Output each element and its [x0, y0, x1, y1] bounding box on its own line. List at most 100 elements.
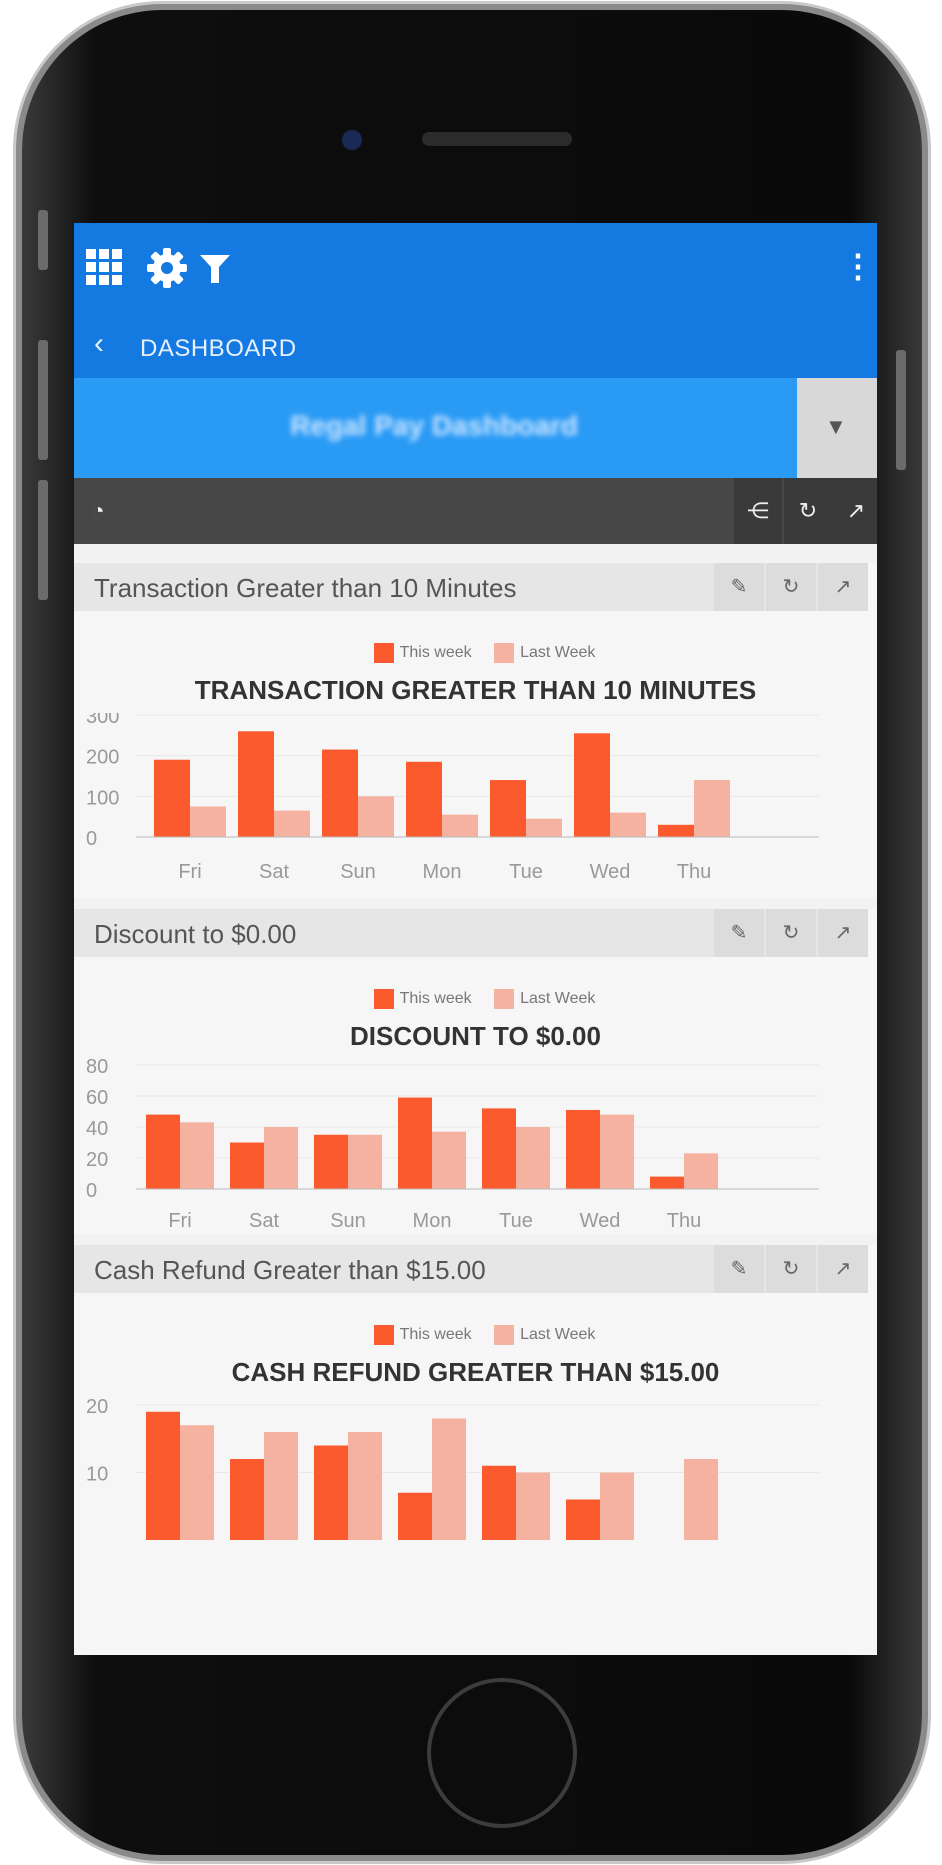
- widget-panel-3: Cash Refund Greater than $15.00 ✎ ↻ ↗ Th…: [74, 1245, 877, 1655]
- refresh-icon[interactable]: ↻: [766, 909, 816, 957]
- bar-last-week: [526, 818, 562, 837]
- legend-this-week: This week: [399, 1326, 472, 1344]
- breadcrumb-label[interactable]: DASHBOARD: [140, 335, 297, 363]
- chart-legend: This week Last Week: [74, 1325, 877, 1345]
- bar-this-week: [314, 1445, 348, 1540]
- bar-last-week: [516, 1472, 550, 1540]
- x-tick-label: Sun: [330, 1210, 366, 1232]
- bar-last-week: [432, 1418, 466, 1540]
- y-tick-label: 20: [86, 1149, 108, 1171]
- x-tick-label: Mon: [413, 1210, 452, 1232]
- y-tick-label: 60: [86, 1087, 108, 1109]
- legend-swatch-this-week: [373, 989, 394, 1009]
- edit-icon[interactable]: ✎: [714, 563, 764, 611]
- earpiece-speaker: [422, 132, 572, 146]
- bar-last-week: [516, 1127, 550, 1189]
- x-tick-label: Tue: [509, 861, 543, 883]
- edit-icon[interactable]: ✎: [714, 1245, 764, 1293]
- filter-icon[interactable]: [198, 251, 232, 285]
- gear-icon[interactable]: [146, 247, 188, 289]
- front-camera: [342, 130, 362, 150]
- refresh-icon[interactable]: ↻: [784, 478, 832, 544]
- x-tick-label: Fri: [168, 1210, 191, 1232]
- y-tick-label: 0: [86, 1180, 97, 1202]
- breadcrumb[interactable]: ‹ DASHBOARD: [74, 313, 877, 378]
- volume-down-button: [38, 480, 48, 600]
- bar-last-week: [264, 1127, 298, 1189]
- expand-icon[interactable]: ↗: [818, 909, 868, 957]
- bar-last-week: [180, 1425, 214, 1540]
- bar-this-week: [574, 733, 610, 837]
- chart-legend: This week Last Week: [74, 989, 877, 1009]
- bar-last-week: [432, 1131, 466, 1189]
- expand-icon[interactable]: ↗: [832, 478, 877, 544]
- bar-this-week: [398, 1097, 432, 1189]
- dashboard-selector[interactable]: Regal Pay Dashboard ▼: [74, 378, 877, 478]
- bar-this-week: [482, 1108, 516, 1189]
- back-chevron-icon[interactable]: ‹: [94, 327, 104, 361]
- bar-this-week: [146, 1411, 180, 1540]
- x-tick-label: Mon: [423, 861, 462, 883]
- bar-last-week: [274, 810, 310, 837]
- legend-this-week: This week: [399, 990, 472, 1008]
- volume-up-button: [38, 340, 48, 460]
- x-tick-label: Tue: [499, 1210, 533, 1232]
- legend-swatch-this-week: [373, 1325, 394, 1345]
- legend-swatch-last-week: [494, 989, 515, 1009]
- y-tick-label: 20: [86, 1396, 108, 1418]
- caret-down-icon: ▼: [825, 414, 847, 439]
- expand-icon[interactable]: ↗: [818, 563, 868, 611]
- bar-this-week: [406, 761, 442, 837]
- mute-switch: [38, 210, 48, 270]
- widget-panel-2: Discount to $0.00 ✎ ↻ ↗ This week Last W…: [74, 909, 877, 1234]
- speedometer-icon: ◔: [91, 498, 105, 523]
- legend-this-week: This week: [399, 644, 472, 662]
- app-screen: ⋮ ‹ DASHBOARD Regal Pay Dashboard ▼ ◔ ⋲ …: [74, 223, 877, 1655]
- bar-last-week: [348, 1134, 382, 1189]
- bar-this-week: [398, 1492, 432, 1540]
- dashboard-toolbar: ◔ ⋲ ↻ ↗: [74, 478, 877, 544]
- panel-title: Cash Refund Greater than $15.00: [94, 1255, 486, 1285]
- bar-this-week: [482, 1465, 516, 1540]
- y-tick-label: 300: [86, 713, 119, 728]
- bar-last-week: [190, 806, 226, 837]
- bar-this-week: [490, 780, 526, 837]
- edit-icon[interactable]: ✎: [714, 909, 764, 957]
- bar-last-week: [180, 1122, 214, 1189]
- bar-last-week: [264, 1432, 298, 1540]
- expand-icon[interactable]: ↗: [818, 1245, 868, 1293]
- bar-this-week: [154, 759, 190, 837]
- widget-panel-1: Transaction Greater than 10 Minutes ✎ ↻ …: [74, 563, 877, 898]
- bar-last-week: [694, 780, 730, 837]
- bar-last-week: [600, 1472, 634, 1540]
- bar-this-week: [146, 1114, 180, 1189]
- bar-last-week: [684, 1459, 718, 1540]
- x-tick-label: Wed: [580, 1210, 621, 1232]
- bar-last-week: [684, 1153, 718, 1189]
- share-icon[interactable]: ⋲: [734, 478, 782, 544]
- panel-title: Discount to $0.00: [94, 919, 297, 949]
- bar-this-week: [314, 1134, 348, 1189]
- bar-chart-discount: 0 20 40 60 80 Fri Sat Sun Mon Tue Wed Thu: [86, 1057, 819, 1232]
- refresh-icon[interactable]: ↻: [766, 1245, 816, 1293]
- home-button[interactable]: [427, 1678, 577, 1828]
- y-tick-label: 200: [86, 747, 119, 769]
- chart-title: TRANSACTION GREATER THAN 10 MINUTES: [194, 675, 757, 705]
- dashboard-title: Regal Pay Dashboard: [290, 410, 578, 441]
- legend-swatch-last-week: [494, 1325, 515, 1345]
- x-tick-label: Sat: [249, 1210, 279, 1232]
- y-tick-label: 80: [86, 1057, 108, 1078]
- bar-this-week: [238, 731, 274, 837]
- chart-title: DISCOUNT TO $0.00: [350, 1021, 601, 1051]
- y-tick-label: 10: [86, 1464, 108, 1486]
- apps-grid-icon[interactable]: [86, 249, 122, 285]
- bar-this-week: [566, 1109, 600, 1189]
- y-tick-label: 40: [86, 1118, 108, 1140]
- refresh-icon[interactable]: ↻: [766, 563, 816, 611]
- more-menu-icon[interactable]: ⋮: [842, 247, 874, 285]
- panel-header: Cash Refund Greater than $15.00 ✎ ↻ ↗: [74, 1245, 868, 1293]
- dashboard-dropdown-button[interactable]: ▼: [797, 378, 877, 478]
- bar-chart-transactions: 0 100 200 300 Fri Sat Sun Mon Tue Wed Thu: [86, 713, 819, 883]
- panel-title: Transaction Greater than 10 Minutes: [94, 573, 517, 603]
- panel-header: Discount to $0.00 ✎ ↻ ↗: [74, 909, 868, 957]
